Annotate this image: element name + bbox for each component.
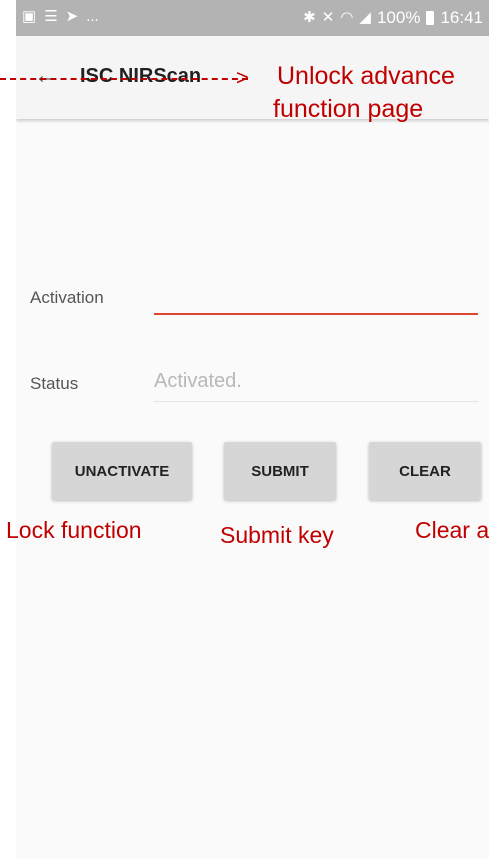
app-bar: ← ISC NIRScan	[16, 36, 489, 119]
phone-screen: ▣ ☰ ➤ ... ✱ ✕ ◠ ◢ 100% 16:41 ← ISC NIRSc…	[16, 0, 489, 859]
mute-icon: ✕	[321, 9, 335, 26]
activation-underline	[154, 313, 478, 315]
back-arrow-icon[interactable]: ←	[34, 62, 58, 90]
status-right-icons: ✱ ✕ ◠ ◢ 100% 16:41	[303, 8, 483, 28]
overflow-text: ...	[86, 8, 99, 25]
list-icon: ☰	[44, 8, 58, 25]
wifi-icon: ◠	[340, 9, 354, 26]
activation-label: Activation	[30, 288, 104, 307]
status-label: Status	[30, 374, 79, 393]
unactivate-button[interactable]: UNACTIVATE	[52, 442, 192, 500]
signal-icon: ◢	[359, 9, 371, 26]
status-left-icons: ▣ ☰ ➤ ...	[22, 8, 99, 26]
battery-icon	[426, 11, 435, 25]
activation-input[interactable]	[154, 282, 476, 310]
battery-percent: 100%	[376, 8, 421, 27]
status-underline	[154, 401, 478, 402]
clear-button[interactable]: CLEAR	[369, 442, 481, 500]
image-icon: ▣	[22, 8, 37, 25]
clock: 16:41	[440, 8, 483, 27]
bluetooth-icon: ✱	[303, 9, 316, 26]
page-title: ISC NIRScan	[80, 65, 202, 87]
send-icon: ➤	[65, 8, 79, 25]
submit-button[interactable]: SUBMIT	[224, 442, 336, 500]
status-bar: ▣ ☰ ➤ ... ✱ ✕ ◠ ◢ 100% 16:41	[16, 0, 489, 36]
status-value: Activated.	[154, 370, 242, 392]
